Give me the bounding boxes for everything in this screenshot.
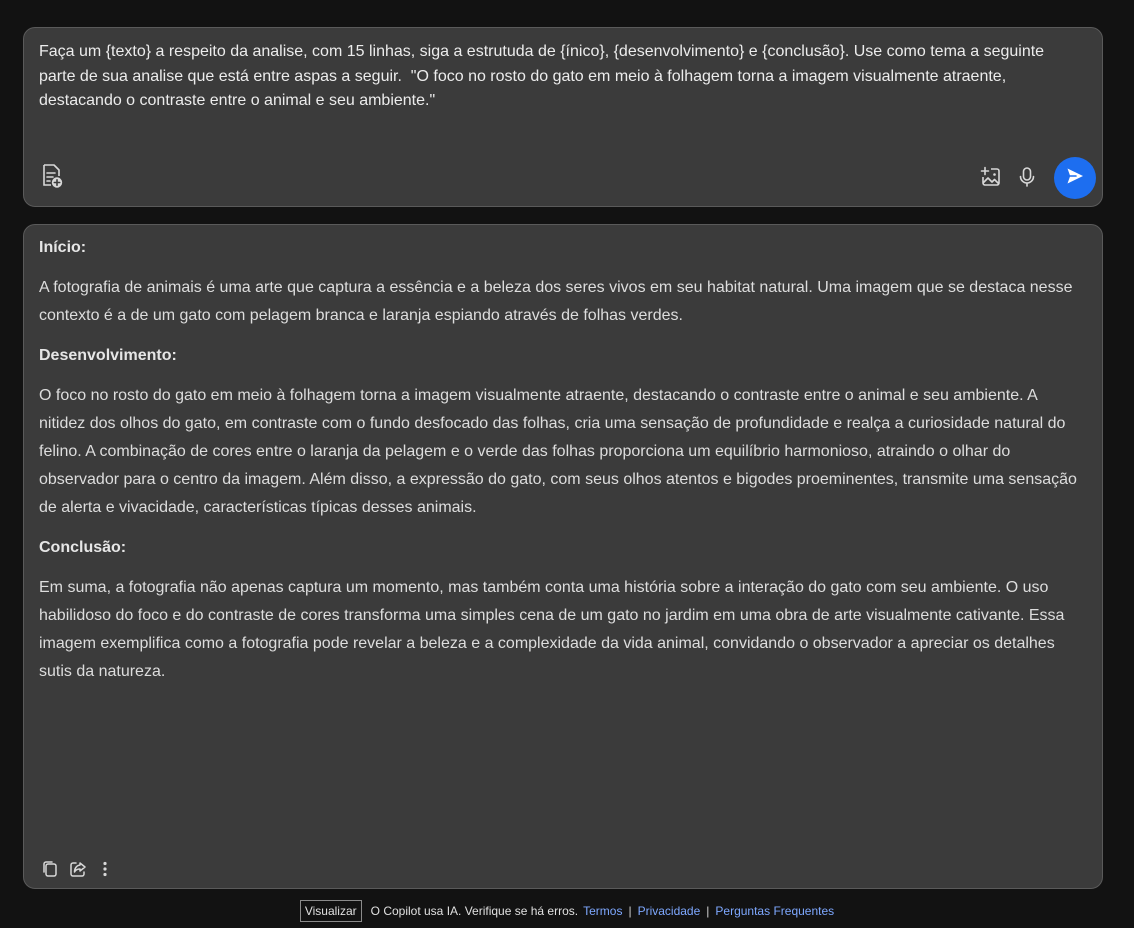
response-content: Início: A fotografia de animais é uma ar… xyxy=(39,234,1082,698)
microphone-button[interactable] xyxy=(1013,163,1041,191)
separator: | xyxy=(628,904,632,918)
copy-button[interactable] xyxy=(36,855,64,883)
section-heading-inicio: Início: xyxy=(39,239,87,256)
response-card: Início: A fotografia de animais é uma ar… xyxy=(23,224,1103,889)
more-options-button[interactable] xyxy=(91,855,119,883)
section-paragraph-conclusao: Em suma, a fotografia não apenas captura… xyxy=(39,579,1065,680)
footer: Visualizar O Copilot usa IA. Verifique s… xyxy=(0,900,1134,922)
prompt-input[interactable]: Faça um {texto} a respeito da analise, c… xyxy=(39,40,1082,114)
share-icon xyxy=(69,860,87,878)
prompt-card: Faça um {texto} a respeito da analise, c… xyxy=(23,27,1103,207)
section-paragraph-inicio: A fotografia de animais é uma arte que c… xyxy=(39,279,1073,324)
share-button[interactable] xyxy=(64,855,92,883)
faq-link[interactable]: Perguntas Frequentes xyxy=(715,904,834,918)
document-add-icon xyxy=(40,163,64,189)
separator: | xyxy=(706,904,710,918)
privacy-link[interactable]: Privacidade xyxy=(638,904,701,918)
copy-icon xyxy=(41,860,59,878)
send-button[interactable] xyxy=(1054,157,1096,199)
send-icon xyxy=(1065,166,1085,191)
image-add-icon xyxy=(980,166,1002,188)
section-heading-conclusao: Conclusão: xyxy=(39,539,127,556)
section-paragraph-desenvolvimento: O foco no rosto do gato em meio à folhag… xyxy=(39,387,1077,516)
add-image-button[interactable] xyxy=(977,163,1005,191)
ai-disclaimer: O Copilot usa IA. Verifique se há erros. xyxy=(370,904,579,918)
microphone-icon xyxy=(1017,166,1037,188)
section-heading-desenvolvimento: Desenvolvimento: xyxy=(39,347,177,364)
terms-link[interactable]: Termos xyxy=(583,904,622,918)
more-options-icon xyxy=(102,861,108,877)
attach-document-button[interactable] xyxy=(38,162,66,190)
visualize-button[interactable]: Visualizar xyxy=(299,900,362,922)
